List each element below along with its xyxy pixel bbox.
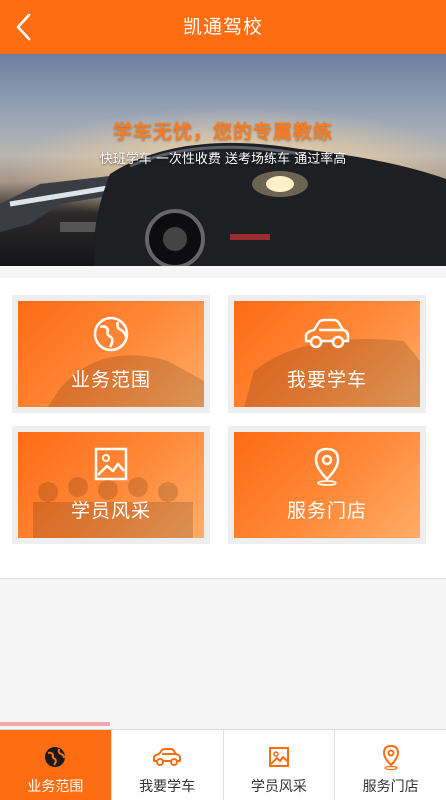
tab-label: 我要学车 (139, 779, 196, 795)
tile-service-stores[interactable]: 服务门店 (228, 426, 426, 544)
menu-grid: 业务范围 我要学车 学员风采 服务门店 (0, 278, 446, 579)
hero-banner: 学车无忧，您的专属教练 快班学车 一次性收费 送考场练车 通过率高 (0, 54, 446, 266)
tab-business-scope[interactable]: 业务范围 (0, 730, 111, 800)
globe-icon (92, 315, 130, 353)
tile-label: 业务范围 (70, 369, 151, 391)
app-header: 凯通驾校 (0, 0, 446, 54)
tab-learn-driving[interactable]: 我要学车 (110, 730, 223, 800)
tile-business-scope[interactable]: 业务范围 (12, 295, 210, 413)
tile-label: 服务门店 (286, 500, 367, 522)
tile-learn-driving[interactable]: 我要学车 (228, 295, 426, 413)
banner-headline: 学车无忧，您的专属教练 (112, 121, 333, 143)
tab-label: 业务范围 (27, 779, 84, 795)
tab-service-stores[interactable]: 服务门店 (334, 730, 446, 800)
car-icon (302, 315, 352, 353)
location-pin-icon (382, 744, 400, 770)
image-icon (93, 446, 129, 482)
globe-icon (43, 744, 67, 770)
tab-student-gallery[interactable]: 学员风采 (222, 730, 335, 800)
tab-label: 学员风采 (250, 779, 307, 795)
car-icon (152, 744, 182, 770)
tile-student-gallery[interactable]: 学员风采 (12, 426, 210, 544)
banner-subline: 快班学车 一次性收费 送考场练车 通过率高 (99, 152, 347, 167)
tab-label: 服务门店 (362, 779, 419, 795)
location-pin-icon (312, 446, 342, 486)
page-title: 凯通驾校 (182, 16, 263, 38)
image-icon (268, 744, 290, 770)
tile-label: 学员风采 (70, 500, 151, 522)
bottom-tab-bar: 业务范围 我要学车 学员风采 服务门店 (0, 729, 446, 800)
tile-label: 我要学车 (286, 369, 367, 391)
active-tab-indicator (0, 722, 110, 726)
